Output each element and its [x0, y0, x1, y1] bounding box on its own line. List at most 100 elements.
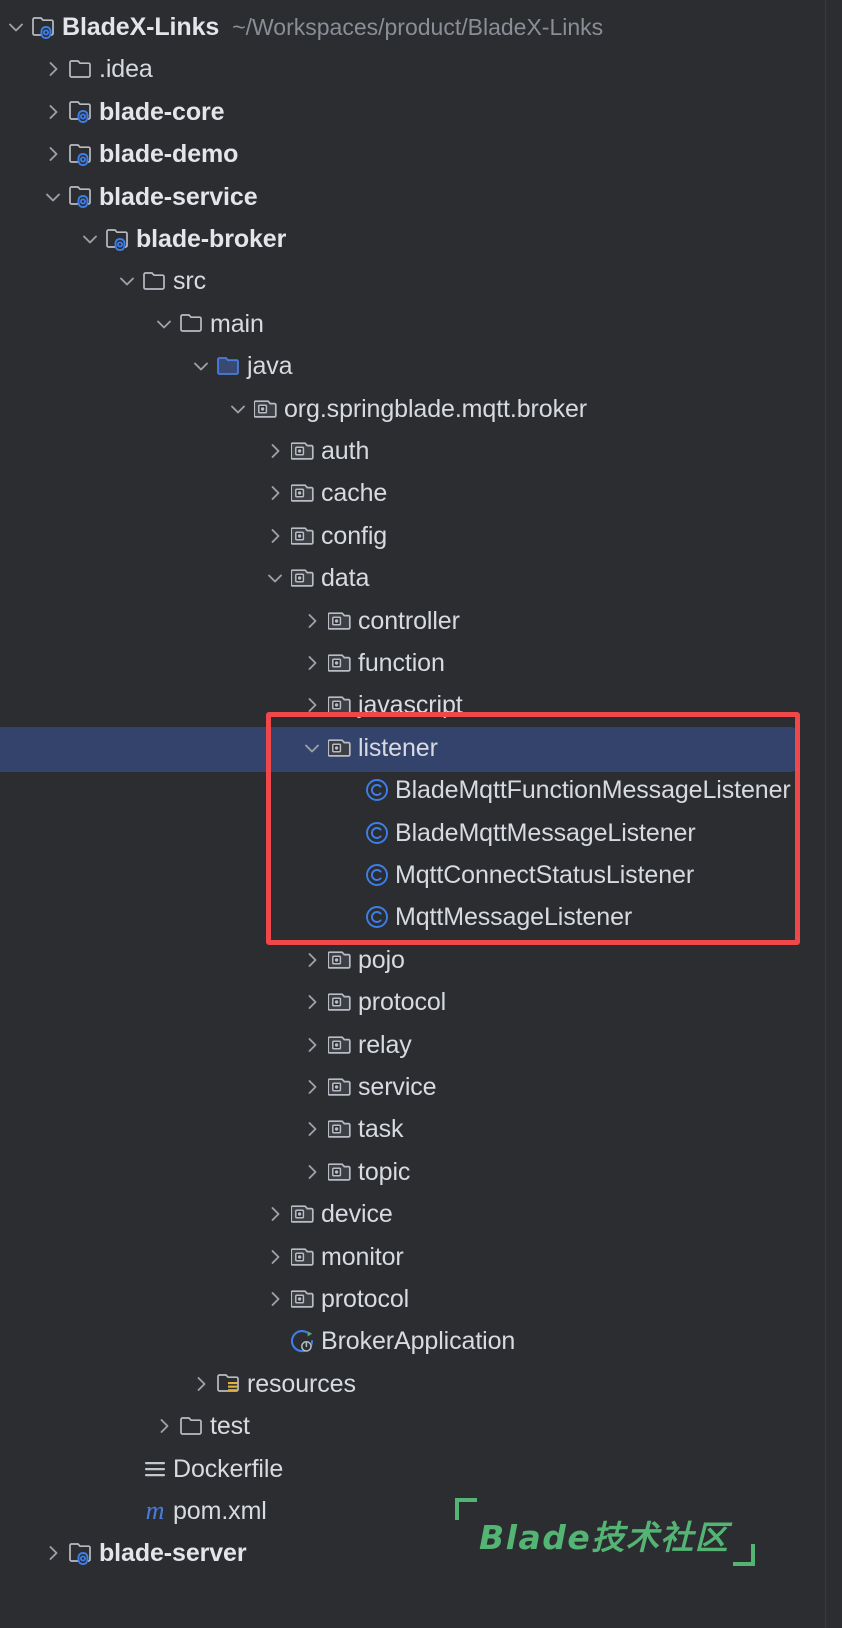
no-arrow-spacer	[336, 812, 362, 854]
tree-row-blade-service[interactable]: blade-service	[0, 176, 842, 218]
no-arrow-spacer	[114, 1490, 140, 1532]
chevron-right-icon[interactable]	[299, 1108, 325, 1150]
folder-icon	[66, 48, 96, 90]
chevron-right-icon[interactable]	[262, 430, 288, 472]
tree-row-device[interactable]: device	[0, 1193, 842, 1235]
tree-row-blade-core[interactable]: blade-core	[0, 91, 842, 133]
tree-row-mqttmessagelistener[interactable]: MqttMessageListener	[0, 896, 842, 938]
module-icon	[66, 1532, 96, 1574]
tree-row-main[interactable]: main	[0, 303, 842, 345]
tree-row-bladex-links[interactable]: BladeX-Links ~/Workspaces/product/BladeX-…	[0, 6, 842, 48]
chevron-right-icon[interactable]	[151, 1405, 177, 1447]
package-icon	[325, 1108, 355, 1150]
chevron-right-icon[interactable]	[262, 472, 288, 514]
package-icon	[288, 1278, 318, 1320]
tree-row-label: cache	[321, 479, 388, 508]
tree-row-label: BladeMqttMessageListener	[395, 818, 696, 847]
chevron-down-icon[interactable]	[262, 557, 288, 599]
tree-row-label: controller	[358, 606, 460, 635]
tree-row-blademqttfunctionmessagelistener[interactable]: BladeMqttFunctionMessageListener	[0, 769, 842, 811]
tree-row-label: pom.xml	[173, 1497, 267, 1525]
chevron-down-icon[interactable]	[3, 6, 29, 48]
chevron-right-icon[interactable]	[40, 1532, 66, 1574]
tree-row-label: config	[321, 521, 388, 550]
chevron-down-icon[interactable]	[114, 260, 140, 302]
chevron-down-icon[interactable]	[40, 176, 66, 218]
chevron-right-icon[interactable]	[188, 1363, 214, 1405]
tree-row-blademqttmessagelistener[interactable]: BladeMqttMessageListener	[0, 812, 842, 854]
tree-row-controller[interactable]: controller	[0, 600, 842, 642]
chevron-down-icon[interactable]	[225, 388, 251, 430]
tree-row-brokerapplication[interactable]: BrokerApplication	[0, 1320, 842, 1362]
tree-row-org-springblade-mqtt-broker[interactable]: org.springblade.mqtt.broker	[0, 388, 842, 430]
tree-row-dockerfile[interactable]: Dockerfile	[0, 1448, 842, 1490]
tree-row-function[interactable]: function	[0, 642, 842, 684]
chevron-down-icon[interactable]	[299, 727, 325, 769]
tree-row-javascript[interactable]: javascript	[0, 684, 842, 726]
tree-row-label: main	[210, 309, 264, 338]
tree-row-listener[interactable]: listener	[0, 727, 842, 769]
chevron-right-icon[interactable]	[262, 515, 288, 557]
tree-row-protocol[interactable]: protocol	[0, 1278, 842, 1320]
tree-row-blade-broker[interactable]: blade-broker	[0, 218, 842, 260]
watermark-corner-bottom-right	[733, 1544, 755, 1566]
tree-row-label: auth	[321, 437, 370, 465]
tree-row-mqttconnectstatuslistener[interactable]: MqttConnectStatusListener	[0, 854, 842, 896]
chevron-right-icon[interactable]	[299, 642, 325, 684]
tree-row-label: blade-core	[99, 97, 225, 126]
chevron-right-icon[interactable]	[299, 939, 325, 981]
tree-row-idea[interactable]: .idea	[0, 48, 842, 90]
tree-row-relay[interactable]: relay	[0, 1024, 842, 1066]
tree-row-test[interactable]: test	[0, 1405, 842, 1447]
chevron-right-icon[interactable]	[299, 1066, 325, 1108]
class-icon	[362, 854, 392, 896]
chevron-right-icon[interactable]	[262, 1236, 288, 1278]
tree-row-resources[interactable]: resources	[0, 1363, 842, 1405]
tree-row-service[interactable]: service	[0, 1066, 842, 1108]
tree-row-src[interactable]: src	[0, 260, 842, 302]
tree-row-label: MqttConnectStatusListener	[395, 861, 695, 889]
tree-row-label: monitor	[321, 1242, 404, 1271]
tree-row-auth[interactable]: auth	[0, 430, 842, 472]
tree-row-label: javascript	[358, 691, 463, 720]
tree-row-data[interactable]: data	[0, 557, 842, 599]
folder-icon	[177, 1405, 207, 1447]
chevron-down-icon[interactable]	[151, 303, 177, 345]
module-icon	[66, 176, 96, 218]
chevron-right-icon[interactable]	[299, 684, 325, 726]
tree-row-label: resources	[247, 1369, 356, 1398]
tree-row-java[interactable]: java	[0, 345, 842, 387]
chevron-right-icon[interactable]	[299, 1151, 325, 1193]
tree-row-topic[interactable]: topic	[0, 1151, 842, 1193]
package-icon	[325, 600, 355, 642]
chevron-right-icon[interactable]	[40, 133, 66, 175]
resources-folder-icon	[214, 1363, 244, 1405]
tree-row-config[interactable]: config	[0, 515, 842, 557]
tree-row-protocol[interactable]: protocol	[0, 981, 842, 1023]
tree-row-blade-demo[interactable]: blade-demo	[0, 133, 842, 175]
chevron-right-icon[interactable]	[262, 1278, 288, 1320]
chevron-right-icon[interactable]	[262, 1193, 288, 1235]
package-icon	[325, 939, 355, 981]
tree-row-monitor[interactable]: monitor	[0, 1236, 842, 1278]
tree-row-pojo[interactable]: pojo	[0, 939, 842, 981]
no-arrow-spacer	[336, 896, 362, 938]
chevron-right-icon[interactable]	[299, 981, 325, 1023]
tree-row-label: protocol	[358, 988, 447, 1017]
class-icon	[362, 812, 392, 854]
chevron-right-icon[interactable]	[299, 600, 325, 642]
package-icon	[325, 1066, 355, 1108]
tree-row-label: MqttMessageListener	[395, 903, 633, 932]
tree-row-task[interactable]: task	[0, 1108, 842, 1150]
project-tree-panel: BladeX-Links ~/Workspaces/product/BladeX-…	[0, 0, 842, 1628]
chevron-right-icon[interactable]	[40, 48, 66, 90]
tree-row-cache[interactable]: cache	[0, 472, 842, 514]
chevron-down-icon[interactable]	[77, 218, 103, 260]
chevron-right-icon[interactable]	[299, 1024, 325, 1066]
no-arrow-spacer	[336, 854, 362, 896]
package-icon	[325, 727, 355, 769]
chevron-down-icon[interactable]	[188, 345, 214, 387]
watermark-corner-top-left	[455, 1498, 477, 1520]
tree-row-label: org.springblade.mqtt.broker	[284, 394, 588, 423]
chevron-right-icon[interactable]	[40, 91, 66, 133]
